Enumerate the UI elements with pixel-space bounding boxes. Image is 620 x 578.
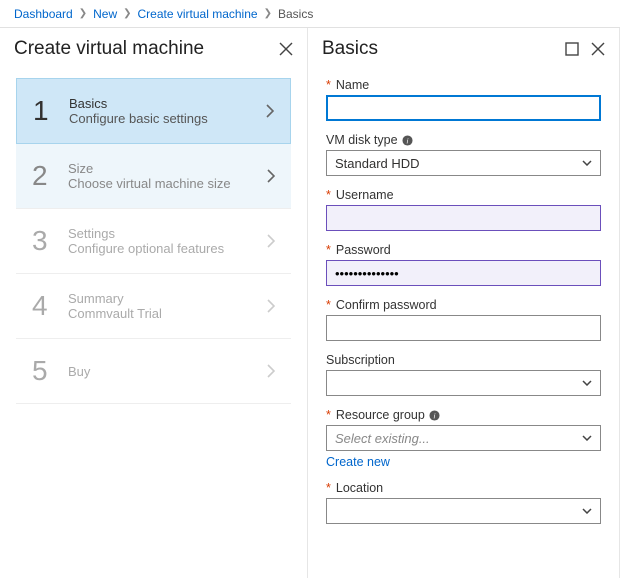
breadcrumb-link[interactable]: Create virtual machine xyxy=(138,7,258,21)
chevron-right-icon: ❯ xyxy=(123,8,131,19)
step-number: 2 xyxy=(32,160,68,192)
resource-group-label: *Resource group i xyxy=(326,408,601,422)
breadcrumb-link[interactable]: New xyxy=(93,7,117,21)
chevron-right-icon xyxy=(267,169,275,183)
chevron-right-icon: ❯ xyxy=(79,8,87,19)
select-value: Standard HDD xyxy=(335,156,420,171)
blade-title: Basics xyxy=(322,38,378,60)
wizard-step-summary: 4 Summary Commvault Trial xyxy=(16,274,291,339)
resource-group-select[interactable]: Select existing... xyxy=(326,425,601,451)
password-input[interactable] xyxy=(326,260,601,286)
info-icon[interactable]: i xyxy=(402,135,413,146)
wizard-step-settings: 3 Settings Configure optional features xyxy=(16,209,291,274)
subscription-select[interactable] xyxy=(326,370,601,396)
blade-title: Create virtual machine xyxy=(14,38,204,60)
chevron-down-icon xyxy=(582,160,592,166)
step-title: Summary xyxy=(68,291,267,306)
location-select[interactable] xyxy=(326,498,601,524)
chevron-down-icon xyxy=(582,508,592,514)
wizard-step-buy: 5 Buy xyxy=(16,339,291,404)
step-subtitle: Configure basic settings xyxy=(69,111,266,126)
create-new-link[interactable]: Create new xyxy=(326,455,390,469)
wizard-steps: 1 Basics Configure basic settings 2 Size… xyxy=(0,78,307,404)
breadcrumb-current: Basics xyxy=(278,7,313,21)
step-title: Basics xyxy=(69,96,266,111)
step-number: 5 xyxy=(32,355,68,387)
location-label: *Location xyxy=(326,481,601,495)
step-subtitle: Commvault Trial xyxy=(68,306,267,321)
confirm-password-input[interactable] xyxy=(326,315,601,341)
step-number: 1 xyxy=(33,95,69,127)
step-subtitle: Configure optional features xyxy=(68,241,267,256)
wizard-blade: Create virtual machine 1 Basics Configur… xyxy=(0,28,308,578)
chevron-down-icon xyxy=(582,435,592,441)
name-input[interactable] xyxy=(326,95,601,121)
username-input[interactable] xyxy=(326,205,601,231)
chevron-right-icon xyxy=(267,364,275,378)
disk-type-select[interactable]: Standard HDD xyxy=(326,150,601,176)
chevron-down-icon xyxy=(582,380,592,386)
close-icon[interactable] xyxy=(279,42,293,56)
chevron-right-icon: ❯ xyxy=(264,8,272,19)
breadcrumb-link[interactable]: Dashboard xyxy=(14,7,73,21)
confirm-password-label: *Confirm password xyxy=(326,298,601,312)
step-subtitle: Choose virtual machine size xyxy=(68,176,267,191)
close-icon[interactable] xyxy=(591,42,605,56)
step-number: 3 xyxy=(32,225,68,257)
info-icon[interactable]: i xyxy=(429,410,440,421)
step-title: Buy xyxy=(68,364,267,379)
chevron-right-icon xyxy=(266,104,274,118)
step-number: 4 xyxy=(32,290,68,322)
disk-type-label: VM disk type i xyxy=(326,133,601,147)
username-label: *Username xyxy=(326,188,601,202)
wizard-step-size[interactable]: 2 Size Choose virtual machine size xyxy=(16,144,291,209)
wizard-step-basics[interactable]: 1 Basics Configure basic settings xyxy=(16,78,291,144)
subscription-label: Subscription xyxy=(326,353,601,367)
chevron-right-icon xyxy=(267,299,275,313)
step-title: Settings xyxy=(68,226,267,241)
select-placeholder: Select existing... xyxy=(335,431,430,446)
step-title: Size xyxy=(68,161,267,176)
password-label: *Password xyxy=(326,243,601,257)
basics-blade: Basics *Name VM disk type i Standard HDD xyxy=(308,28,620,578)
chevron-right-icon xyxy=(267,234,275,248)
breadcrumb: Dashboard ❯ New ❯ Create virtual machine… xyxy=(0,0,620,28)
maximize-icon[interactable] xyxy=(565,42,579,56)
name-label: *Name xyxy=(326,78,601,92)
